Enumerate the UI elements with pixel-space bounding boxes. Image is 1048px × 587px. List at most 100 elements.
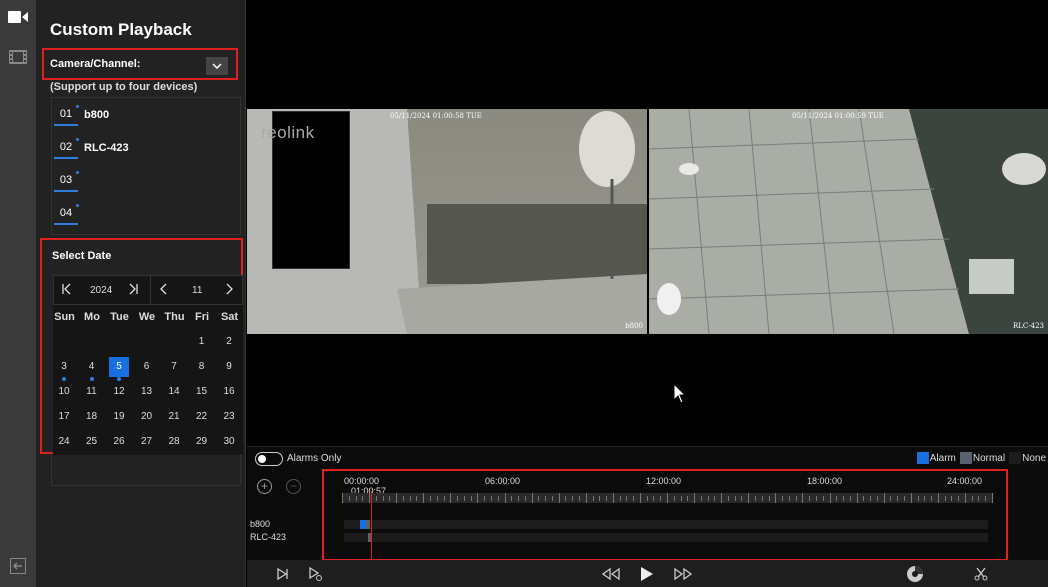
ruler-tick xyxy=(761,496,763,501)
calendar-day[interactable]: 26 xyxy=(109,432,129,452)
playhead[interactable] xyxy=(371,491,372,561)
ruler-tick xyxy=(626,496,628,501)
play-selection-icon[interactable] xyxy=(305,564,325,584)
ruler-tick xyxy=(457,496,459,501)
ruler-tick xyxy=(667,493,668,503)
channel-row-4[interactable]: 04 xyxy=(54,201,234,227)
rewind-icon[interactable] xyxy=(601,564,621,584)
calendar-day[interactable]: 23 xyxy=(219,407,239,427)
calendar-day[interactable]: 24 xyxy=(54,432,74,452)
calendar-day[interactable]: 13 xyxy=(137,382,157,402)
calendar-day[interactable]: 14 xyxy=(164,382,184,402)
select-date-section: Select Date 2024 11 Sun Mo Tue We Thu Fri Sat xyxy=(40,238,243,455)
track-rlc-423[interactable] xyxy=(344,533,988,542)
ruler-tick xyxy=(355,496,357,501)
osd-timestamp: 05/11/2024 01:00:58 TUE xyxy=(390,112,482,120)
track-label: RLC-423 xyxy=(250,532,287,542)
timeline-box[interactable]: 00:00:00 06:00:00 12:00:00 18:00:00 24:0… xyxy=(250,469,1008,561)
calendar-day[interactable]: 10 xyxy=(54,382,74,402)
camera-channel-dropdown[interactable]: Camera/Channel: xyxy=(42,48,238,80)
ruler-tick xyxy=(937,493,939,503)
video-feed-2[interactable]: 05/11/2024 01:00:59 TUE RLC-423 xyxy=(649,109,1048,334)
ruler-tick xyxy=(497,496,499,501)
video-feed-1[interactable]: reolink 05/11/2024 01:00:58 TUE b800 xyxy=(247,109,647,334)
tick-label: 18:00:00 xyxy=(807,476,843,486)
next-month-icon[interactable] xyxy=(226,283,234,298)
calendar-day[interactable]: 25 xyxy=(82,432,102,452)
calendar-day[interactable]: 1 xyxy=(192,332,212,352)
chevron-down-icon[interactable] xyxy=(206,57,228,75)
ruler-tick xyxy=(978,496,980,501)
prev-year-icon[interactable] xyxy=(62,283,72,298)
ruler-tick xyxy=(633,496,635,501)
fast-forward-icon[interactable] xyxy=(673,564,693,584)
next-year-icon[interactable] xyxy=(128,283,138,298)
prev-month-icon[interactable] xyxy=(159,283,167,298)
calendar-day[interactable]: 16 xyxy=(219,382,239,402)
ruler-tick xyxy=(369,493,371,503)
calendar-day[interactable]: 15 xyxy=(192,382,212,402)
ruler-tick xyxy=(538,496,540,501)
channel-row-3[interactable]: 03 xyxy=(54,168,234,194)
channel-number: 02 xyxy=(54,137,79,159)
legend-swatch-normal xyxy=(959,452,972,464)
calendar-day[interactable]: 2 xyxy=(219,332,239,352)
play-icon[interactable] xyxy=(637,564,657,584)
calendar-day[interactable]: 7 xyxy=(164,357,184,377)
calendar-day[interactable]: 17 xyxy=(54,407,74,427)
ruler-tick xyxy=(599,496,601,501)
ruler-tick xyxy=(734,496,736,501)
playback-film-icon[interactable] xyxy=(5,44,31,70)
ruler-tick xyxy=(389,496,391,501)
alarms-only-toggle[interactable] xyxy=(255,452,283,466)
ruler-tick xyxy=(504,493,506,503)
calendar-day[interactable]: 20 xyxy=(137,407,157,427)
ruler-tick xyxy=(470,496,472,501)
calendar-day[interactable]: 22 xyxy=(192,407,212,427)
channel-name: b800 xyxy=(84,109,110,121)
live-view-icon[interactable] xyxy=(5,4,31,30)
calendar-day[interactable]: 6 xyxy=(137,357,157,377)
ruler-tick xyxy=(890,496,892,501)
time-ruler[interactable] xyxy=(342,493,993,503)
channel-row-2[interactable]: 02 RLC-423 xyxy=(54,135,234,161)
calendar-day[interactable]: 19 xyxy=(109,407,129,427)
ruler-tick xyxy=(518,496,520,501)
zoom-in-icon[interactable]: + xyxy=(257,479,272,494)
calendar-day[interactable]: 30 xyxy=(219,432,239,452)
ruler-tick xyxy=(897,496,899,501)
zoom-out-icon[interactable]: − xyxy=(286,479,301,494)
track-label: b800 xyxy=(250,519,271,529)
next-frame-icon[interactable] xyxy=(273,564,293,584)
calendar-day[interactable]: 29 xyxy=(192,432,212,452)
ruler-tick xyxy=(964,493,966,503)
calendar-header: 2024 11 xyxy=(53,275,243,305)
calendar-day[interactable]: 4 xyxy=(82,357,102,381)
ruler-tick xyxy=(768,496,770,501)
track-b800[interactable] xyxy=(344,520,988,529)
scissors-clip-icon[interactable] xyxy=(971,564,991,584)
calendar-day[interactable]: 3 xyxy=(54,357,74,381)
ruler-tick xyxy=(992,493,993,503)
ruler-tick xyxy=(558,493,560,503)
calendar-day[interactable]: 27 xyxy=(137,432,157,452)
back-arrow-icon[interactable] xyxy=(5,553,31,579)
ruler-tick xyxy=(524,496,526,501)
calendar-day[interactable]: 18 xyxy=(82,407,102,427)
calendar-day[interactable]: 12 xyxy=(109,382,129,402)
weekday-label: Mo xyxy=(84,311,100,323)
calendar-day[interactable]: 8 xyxy=(192,357,212,377)
feed-name: b800 xyxy=(625,322,643,330)
calendar-day[interactable]: 9 xyxy=(219,357,239,377)
channel-row-1[interactable]: 01 b800 xyxy=(54,102,234,128)
calendar-day[interactable]: 28 xyxy=(164,432,184,452)
ruler-tick xyxy=(606,496,608,501)
calendar-day[interactable]: 11 xyxy=(82,382,102,402)
calendar-day[interactable]: 21 xyxy=(164,407,184,427)
speed-dial-icon[interactable] xyxy=(905,564,925,584)
calendar-day[interactable]: 5 xyxy=(109,357,129,381)
weekday-label: Thu xyxy=(164,311,185,323)
ruler-tick xyxy=(490,496,492,501)
ruler-tick xyxy=(531,493,533,503)
ruler-tick xyxy=(985,496,987,501)
